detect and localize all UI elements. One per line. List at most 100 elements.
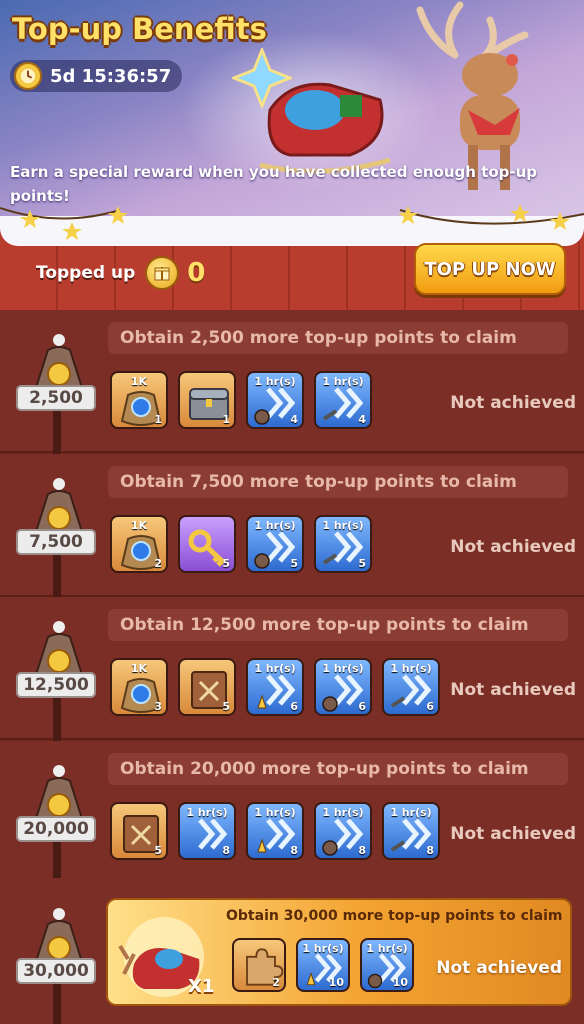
reward-item[interactable]: 1 hr(s) 10: [296, 938, 350, 992]
item-count: 5: [358, 556, 366, 570]
item-count: 2: [154, 556, 162, 570]
item-tag: 1 hr(s): [322, 662, 364, 675]
reward-items: 2 1 hr(s) 10 1 hr(s) 10: [232, 938, 414, 992]
tier-status: Not achieved: [450, 823, 576, 844]
reward-item[interactable]: 1 hr(s) 10: [360, 938, 414, 992]
string-lights-decoration: [0, 204, 584, 240]
reward-item[interactable]: 1 hr(s) 4: [314, 371, 372, 429]
chain-connector: [53, 697, 61, 747]
tier-status: Not achieved: [450, 680, 576, 700]
chain-connector: [53, 553, 61, 604]
reward-tier: 20,000 Obtain 20,000 more top-up points t…: [0, 740, 584, 891]
tier-points: 12,500: [16, 672, 96, 698]
reward-tier: 12,500 Obtain 12,500 more top-up points t…: [0, 597, 584, 747]
item-count: 5: [222, 556, 230, 570]
reward-items: 1K 2 5 1 hr(s) 5 1 hr(s) 5: [110, 514, 372, 573]
timer-text: 5d 15:36:57: [50, 65, 172, 87]
tier-points: 30,000: [16, 958, 96, 984]
item-count: 10: [392, 976, 408, 989]
reward-item[interactable]: 1 hr(s) 5: [246, 514, 304, 573]
reward-item[interactable]: 1 hr(s) 4: [246, 371, 304, 429]
item-count: 5: [290, 556, 298, 570]
reward-item[interactable]: 1 hr(s) 8: [382, 801, 440, 860]
item-count: 5: [222, 700, 230, 713]
item-count: 8: [290, 843, 298, 857]
event-banner: Top-up Benefits 5d 15:36:57 Earn a speci…: [0, 0, 584, 225]
item-count: 6: [358, 700, 366, 713]
reward-item[interactable]: 5: [110, 801, 168, 860]
item-tag: 1 hr(s): [254, 662, 296, 675]
tier-points: 2,500: [16, 385, 96, 411]
snowflake-icon: [232, 48, 292, 108]
reward-item[interactable]: 1 hr(s) 6: [246, 658, 304, 716]
tier-requirement: Obtain 2,500 more top-up points to claim: [108, 322, 568, 354]
reward-items: 5 1 hr(s) 8 1 hr(s) 8 1 hr(s) 8 1 hr(s) 8: [110, 801, 440, 860]
item-tag: 1 hr(s): [322, 375, 364, 388]
item-tag: 1K: [130, 662, 148, 675]
top-up-benefits-screen: Top-up Benefits 5d 15:36:57 Earn a speci…: [0, 0, 584, 1024]
item-tag: 1 hr(s): [254, 518, 296, 532]
tier-requirement: Obtain 7,500 more top-up points to claim: [108, 465, 568, 498]
item-tag: 1 hr(s): [254, 805, 296, 819]
item-tag: 1 hr(s): [390, 805, 432, 819]
reward-item[interactable]: 1: [178, 371, 236, 429]
reward-item[interactable]: 1K 3: [110, 658, 168, 716]
reward-item[interactable]: 5: [178, 514, 236, 573]
topped-up-value: 0: [187, 258, 206, 288]
tier-requirement: Obtain 20,000 more top-up points to clai…: [108, 752, 568, 785]
item-count: 1: [154, 413, 162, 426]
reward-item[interactable]: 1 hr(s) 8: [246, 801, 304, 860]
page-title: Top-up Benefits: [12, 12, 267, 46]
topped-up-label: Topped up: [36, 263, 136, 283]
item-count: 3: [154, 700, 162, 713]
final-reward-quantity: X1: [188, 976, 215, 997]
reward-item[interactable]: 1 hr(s) 8: [314, 801, 372, 860]
chain-connector: [53, 410, 61, 460]
item-tag: 1 hr(s): [390, 662, 432, 675]
item-count: 6: [426, 700, 434, 713]
item-tag: 1 hr(s): [322, 805, 364, 819]
clock-icon: [14, 62, 42, 90]
item-count: 6: [290, 700, 298, 713]
item-tag: 1K: [130, 518, 148, 532]
item-count: 4: [290, 413, 298, 426]
reward-item[interactable]: 5: [178, 658, 236, 716]
item-count: 2: [272, 976, 280, 989]
item-count: 8: [426, 843, 434, 857]
reward-item[interactable]: 1K 1: [110, 371, 168, 429]
item-count: 5: [154, 843, 162, 857]
reward-item[interactable]: 1 hr(s) 5: [314, 514, 372, 573]
tier-status: Not achieved: [450, 536, 576, 557]
countdown-timer: 5d 15:36:57: [10, 60, 182, 92]
item-count: 8: [358, 843, 366, 857]
reward-item[interactable]: 1 hr(s) 8: [178, 801, 236, 860]
item-tag: 1 hr(s): [366, 942, 408, 955]
tier-points: 20,000: [16, 815, 96, 842]
item-tag: 1 hr(s): [302, 942, 344, 955]
final-reward-card: X1 Obtain 30,000 more top-up points to c…: [106, 898, 572, 1006]
item-count: 1: [222, 413, 230, 426]
item-tag: 1 hr(s): [254, 375, 296, 388]
reward-item[interactable]: 1 hr(s) 6: [314, 658, 372, 716]
tier-requirement: Obtain 12,500 more top-up points to clai…: [108, 609, 568, 641]
tier-status: Not achieved: [436, 958, 562, 978]
item-tag: 1 hr(s): [322, 518, 364, 532]
item-tag: 1 hr(s): [186, 805, 228, 819]
item-count: 10: [328, 976, 344, 989]
item-count: 4: [358, 413, 366, 426]
top-up-now-button[interactable]: TOP UP NOW: [414, 243, 566, 295]
topup-point-icon: [145, 256, 180, 290]
reward-tier: 2,500 Obtain 2,500 more top-up points to …: [0, 310, 584, 460]
reward-item[interactable]: 2: [232, 938, 286, 992]
tier-points: 7,500: [16, 528, 96, 555]
reward-item[interactable]: 1K 2: [110, 514, 168, 573]
item-count: 8: [222, 843, 230, 857]
topped-up-display: Topped up 0: [36, 256, 205, 290]
tier-status: Not achieved: [450, 393, 576, 413]
reward-items: 1K 3 5 1 hr(s) 6 1 hr(s) 6 1 hr(s) 6: [110, 658, 440, 716]
reward-item[interactable]: 1 hr(s) 6: [382, 658, 440, 716]
item-tag: 1K: [130, 375, 148, 388]
tier-requirement: Obtain 30,000 more top-up points to clai…: [226, 908, 563, 924]
reward-tier: 7,500 Obtain 7,500 more top-up points to …: [0, 453, 584, 604]
reward-items: 1K 1 1 1 hr(s) 4 1 hr(s) 4: [110, 371, 372, 429]
